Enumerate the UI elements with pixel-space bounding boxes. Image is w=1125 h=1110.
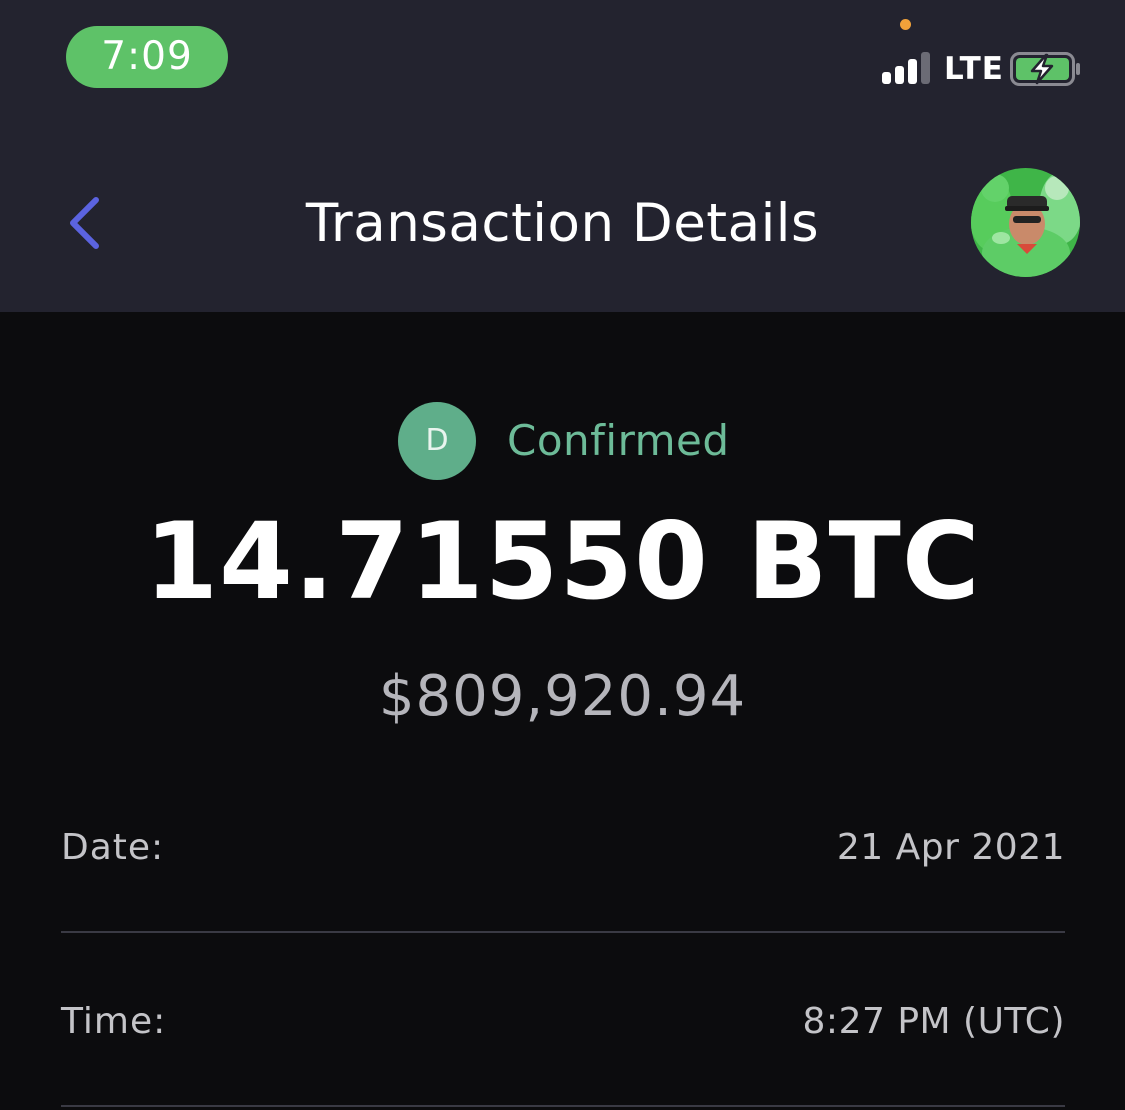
divider [61,1105,1065,1107]
divider [61,931,1065,933]
network-type-label: LTE [944,51,1004,87]
cellular-signal-icon [882,52,934,84]
detail-label: Time: [61,1001,167,1042]
transaction-details-screen: 7:09 LTE Transaction Details D Confirmed… [0,0,1125,1110]
status-initial-badge: D [398,402,476,480]
status-bar-time[interactable]: 7:09 [66,26,228,88]
transaction-amount: 14.71550 BTC [144,500,981,623]
fiat-value: $809,920.94 [378,664,747,729]
status-label: Confirmed [507,416,730,465]
detail-label: Date: [61,827,165,868]
detail-value: 8:27 PM (UTC) [802,1001,1065,1042]
microphone-indicator-dot [900,19,911,30]
detail-row-date: Date: 21 Apr 2021 [61,818,1065,878]
transaction-status: D Confirmed [0,400,1125,480]
top-bar: 7:09 LTE Transaction Details [0,0,1125,312]
battery-charging-icon [1010,52,1082,86]
detail-value: 21 Apr 2021 [836,827,1065,868]
profile-avatar[interactable] [971,168,1080,277]
page-title: Transaction Details [305,193,820,254]
detail-row-time: Time: 8:27 PM (UTC) [61,992,1065,1052]
